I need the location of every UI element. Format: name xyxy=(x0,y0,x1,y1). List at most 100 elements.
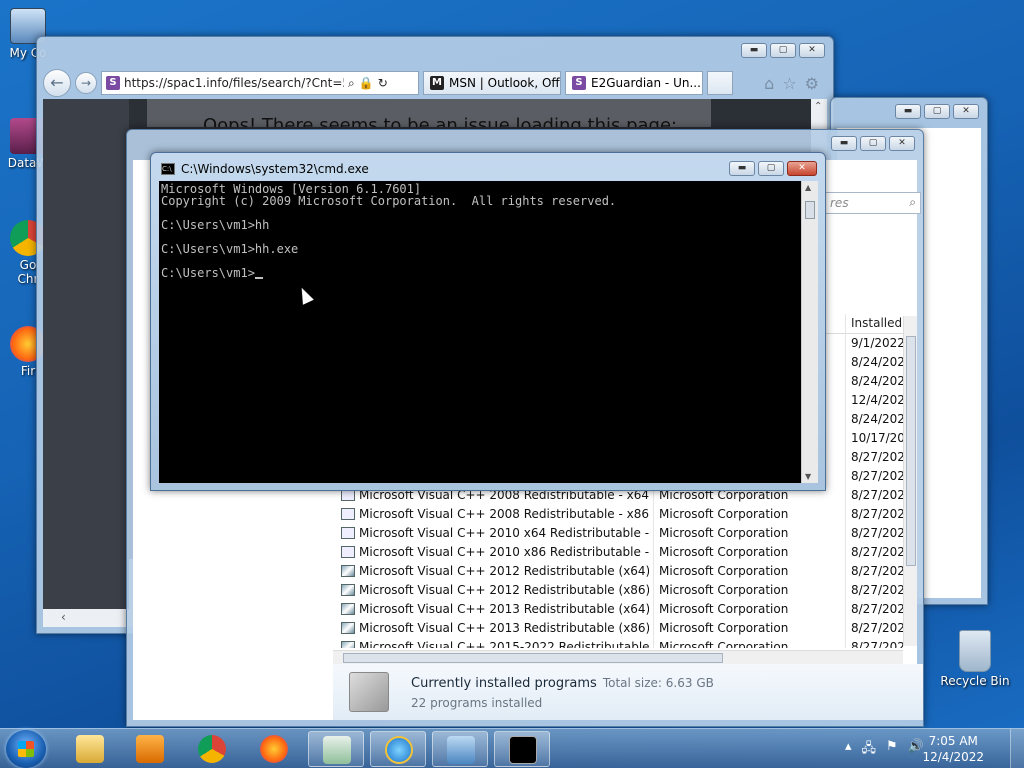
program-icon xyxy=(341,527,355,539)
show-desktop-button[interactable] xyxy=(1010,729,1024,768)
msn-favicon-icon: M xyxy=(430,76,444,90)
cmd-titlebar: C:\ C:\Windows\system32\cmd.exe xyxy=(161,162,369,176)
favorites-star-icon[interactable]: ☆ xyxy=(782,74,796,93)
column-separator xyxy=(845,314,846,648)
maximize-button[interactable]: ▢ xyxy=(770,43,796,58)
tab-msn[interactable]: M MSN | Outlook, Off... xyxy=(423,71,561,95)
close-button[interactable]: ✕ xyxy=(953,104,979,119)
address-bar[interactable]: S https://spac1.info/files/search/?Cnt=5… xyxy=(101,71,419,95)
table-row[interactable]: Microsoft Visual C++ 2010 x86 Redistribu… xyxy=(333,543,909,562)
clock-time: 7:05 AM xyxy=(928,734,978,748)
volume-icon[interactable]: 🔊 xyxy=(908,739,924,761)
window-controls: ▬ ▢ ✕ xyxy=(741,43,825,58)
show-hidden-icons-icon[interactable]: ▴ xyxy=(845,739,852,761)
program-name: Microsoft Visual C++ 2008 Redistributabl… xyxy=(359,507,649,521)
tab-label: MSN | Outlook, Off... xyxy=(449,76,561,90)
program-name: Microsoft Visual C++ 2013 Redistributabl… xyxy=(359,621,649,635)
taskbar-firefox[interactable] xyxy=(246,731,302,767)
program-publisher: Microsoft Corporation xyxy=(659,602,789,616)
tab-e2guardian[interactable]: S E2Guardian - Un... ✕ xyxy=(565,71,703,95)
minimize-button[interactable]: ▬ xyxy=(741,43,767,58)
maximize-button[interactable]: ▢ xyxy=(924,104,950,119)
scroll-up-icon[interactable]: ⌃ xyxy=(814,101,822,112)
table-row[interactable]: Microsoft Visual C++ 2013 Redistributabl… xyxy=(333,600,909,619)
cmd-app-icon: C:\ xyxy=(161,163,175,175)
table-vertical-scrollbar[interactable] xyxy=(903,316,917,646)
action-center-flag-icon[interactable]: ⚑ xyxy=(886,739,898,761)
taskbar-cmd[interactable] xyxy=(494,731,550,767)
forward-button[interactable]: → xyxy=(75,72,97,94)
cmd-title: C:\Windows\system32\cmd.exe xyxy=(181,162,369,176)
scroll-thumb[interactable] xyxy=(343,653,723,663)
home-icon[interactable]: ⌂ xyxy=(764,74,774,93)
program-installed-date: 8/27/2021 xyxy=(851,564,903,578)
e2guardian-favicon-icon: S xyxy=(572,76,586,90)
search-icon[interactable]: ⌕ xyxy=(909,195,916,210)
table-row[interactable]: Microsoft Visual C++ 2012 Redistributabl… xyxy=(333,562,909,581)
chrome-icon xyxy=(198,735,226,763)
settings-gear-icon[interactable]: ⚙ xyxy=(805,74,819,93)
scroll-left-icon[interactable]: ‹ xyxy=(61,610,66,624)
search-programs-input[interactable]: res ⌕ xyxy=(825,192,921,214)
close-button[interactable]: ✕ xyxy=(787,161,817,176)
minimize-button[interactable]: ▬ xyxy=(895,104,921,119)
new-tab-button[interactable] xyxy=(707,71,733,95)
taskbar-internet-explorer[interactable] xyxy=(370,731,426,767)
program-installed-date: 8/27/2021 xyxy=(851,640,903,648)
network-icon[interactable]: 🖧 xyxy=(862,739,877,761)
maximize-button[interactable]: ▢ xyxy=(758,161,784,176)
address-url[interactable]: https://spac1.info/files/search/?Cnt=502… xyxy=(124,76,344,90)
scroll-thumb[interactable] xyxy=(805,201,815,219)
cmd-console-output[interactable]: Microsoft Windows [Version 6.1.7601] Copy… xyxy=(159,181,801,483)
system-tray: ▴ 🖧 ⚑ 🔊 xyxy=(845,739,924,761)
program-name: Microsoft Visual C++ 2012 Redistributabl… xyxy=(359,583,649,597)
table-horizontal-scrollbar[interactable] xyxy=(333,650,903,664)
clock[interactable]: 7:05 AM 12/4/2022 xyxy=(922,733,984,765)
search-icon[interactable]: ⌕ xyxy=(348,76,355,91)
program-installed-date: 10/17/2022 xyxy=(851,431,903,445)
page-dark-panel xyxy=(43,99,129,627)
program-installed-date: 8/24/2021 xyxy=(851,412,903,426)
table-row[interactable]: Microsoft Visual C++ 2015-2022 Redistrib… xyxy=(333,638,909,648)
taskbar-notepad[interactable] xyxy=(308,731,364,767)
scroll-down-icon[interactable]: ▼ xyxy=(805,472,811,481)
text-cursor xyxy=(254,277,263,279)
program-installed-date: 8/27/2021 xyxy=(851,545,903,559)
program-publisher: Microsoft Corporation xyxy=(659,640,789,648)
minimize-button[interactable]: ▬ xyxy=(831,136,857,151)
table-row[interactable]: Microsoft Visual C++ 2010 x64 Redistribu… xyxy=(333,524,909,543)
column-installed-on[interactable]: Installed xyxy=(851,316,902,330)
desktop-icon-recycle-bin[interactable]: Recycle Bin xyxy=(940,630,1010,688)
media-player-icon xyxy=(136,735,164,763)
program-icon xyxy=(341,508,355,520)
status-panel: Currently installed programs Total size: … xyxy=(333,664,923,720)
ie-navbar: ← → S https://spac1.info/files/search/?C… xyxy=(43,67,827,99)
cmd-icon xyxy=(509,736,537,764)
taskbar-media-player[interactable] xyxy=(122,731,178,767)
back-button[interactable]: ← xyxy=(43,69,71,97)
refresh-icon[interactable]: ↻ xyxy=(378,76,388,90)
table-row[interactable]: Microsoft Visual C++ 2013 Redistributabl… xyxy=(333,619,909,638)
scroll-up-icon[interactable]: ▲ xyxy=(805,183,811,192)
cmd-vertical-scrollbar[interactable]: ▲ ▼ xyxy=(801,181,818,483)
close-button[interactable]: ✕ xyxy=(799,43,825,58)
program-name: Microsoft Visual C++ 2015-2022 Redistrib… xyxy=(359,640,649,648)
lock-icon[interactable]: 🔒 xyxy=(359,76,374,90)
window-controls: ▬ ▢ ✕ xyxy=(729,161,817,176)
minimize-button[interactable]: ▬ xyxy=(729,161,755,176)
page-error-message: Oops! There seems to be an issue loading… xyxy=(147,99,711,127)
site-favicon-icon: S xyxy=(106,76,120,90)
taskbar-control-panel[interactable] xyxy=(432,731,488,767)
taskbar-chrome[interactable] xyxy=(184,731,240,767)
table-row[interactable]: Microsoft Visual C++ 2008 Redistributabl… xyxy=(333,505,909,524)
cmd-window[interactable]: C:\ C:\Windows\system32\cmd.exe ▬ ▢ ✕ Mi… xyxy=(150,152,826,491)
program-name: Microsoft Visual C++ 2013 Redistributabl… xyxy=(359,602,649,616)
table-row[interactable]: Microsoft Visual C++ 2012 Redistributabl… xyxy=(333,581,909,600)
start-button[interactable] xyxy=(6,730,46,768)
scroll-thumb[interactable] xyxy=(906,336,916,566)
program-installed-date: 8/27/2021 xyxy=(851,621,903,635)
program-publisher: Microsoft Corporation xyxy=(659,526,789,540)
taskbar-explorer[interactable] xyxy=(62,731,118,767)
maximize-button[interactable]: ▢ xyxy=(860,136,886,151)
close-button[interactable]: ✕ xyxy=(889,136,915,151)
